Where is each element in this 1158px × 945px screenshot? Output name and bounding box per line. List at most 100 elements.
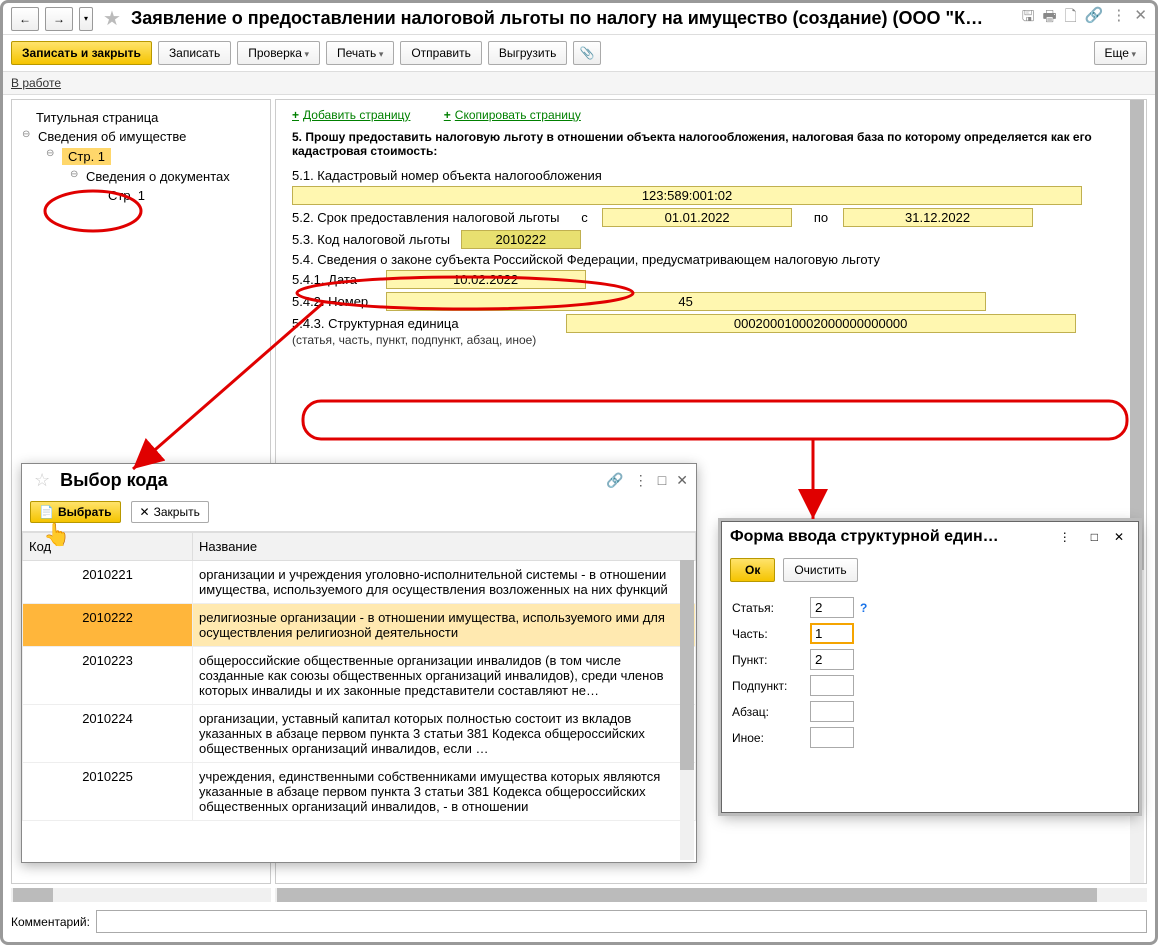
print-button[interactable]: Печать — [326, 41, 394, 65]
save-icon[interactable]: 🖫 — [1022, 6, 1035, 31]
label-5-3: 5.3. Код налоговой льготы — [292, 232, 450, 247]
input-subpoint[interactable] — [810, 675, 854, 696]
select-icon: 📄 — [39, 505, 54, 519]
kebab-menu-icon[interactable]: ⋮ — [1111, 6, 1126, 31]
copy-page-link[interactable]: +Скопировать страницу — [444, 108, 581, 122]
nav-forward-button[interactable]: → — [45, 7, 73, 31]
tree-property-page1[interactable]: ⊖Стр. 1 — [40, 146, 266, 167]
name-cell: религиозные организации - в отношении им… — [193, 604, 696, 647]
close-window-icon[interactable]: ✕ — [1134, 6, 1147, 31]
close-x-icon: ✕ — [140, 505, 150, 519]
field-law-number[interactable]: 45 — [386, 292, 986, 311]
comment-label: Комментарий: — [11, 915, 90, 929]
input-point[interactable] — [810, 649, 854, 670]
tree-title-page[interactable]: Титульная страница — [16, 108, 266, 127]
export-button[interactable]: Выгрузить — [488, 41, 568, 65]
hint-5-4-3: (статья, часть, пункт, подпункт, абзац, … — [292, 333, 1130, 347]
nav-back-button[interactable]: ← — [11, 7, 39, 31]
preview-icon[interactable]: 🗋 — [1065, 6, 1077, 31]
tree-docs-page1[interactable]: Стр. 1 — [88, 186, 266, 205]
label-subpoint: Подпункт: — [732, 679, 804, 693]
popup-close-icon[interactable]: ✕ — [676, 472, 688, 489]
input-article[interactable] — [810, 597, 854, 618]
field-period-to[interactable]: 31.12.2022 — [843, 208, 1033, 227]
structural-unit-popup: Форма ввода структурной един… ⋮ □ ✕ Ок О… — [721, 521, 1139, 813]
label-other: Иное: — [732, 731, 804, 745]
field-structural-unit[interactable]: 000200010002000000000000 — [566, 314, 1076, 333]
nav-history-dropdown[interactable]: ▾ — [79, 7, 93, 31]
col-name-header[interactable]: Название — [193, 533, 696, 561]
print-icon[interactable]: 🖶 — [1043, 6, 1057, 31]
section-5-heading: 5. Прошу предоставить налоговую льготу в… — [292, 130, 1130, 158]
popup-link-icon[interactable]: 🔗 — [606, 472, 623, 489]
right-panel-scrollbar[interactable] — [275, 888, 1147, 902]
label-from: с — [581, 210, 588, 225]
code-cell: 2010222 — [23, 604, 193, 647]
label-point: Пункт: — [732, 653, 804, 667]
label-article: Статья: — [732, 601, 804, 615]
code-table-scrollbar[interactable] — [680, 560, 694, 860]
label-5-4-1: 5.4.1. Дата — [292, 272, 382, 287]
field-period-from[interactable]: 01.01.2022 — [602, 208, 792, 227]
code-selection-popup: ☆ Выбор кода 🔗 ⋮ □ ✕ 📄 Выбрать ✕ Закрыть — [21, 463, 697, 863]
plus-icon: + — [292, 108, 299, 122]
tree-docs-info[interactable]: ⊖Сведения о документах — [64, 167, 266, 186]
code-cell: 2010225 — [23, 763, 193, 821]
clear-button[interactable]: Очистить — [783, 558, 857, 582]
label-5-4: 5.4. Сведения о законе субъекта Российск… — [292, 252, 1130, 267]
input-part[interactable] — [810, 623, 854, 644]
table-row[interactable]: 2010225учреждения, единственными собстве… — [23, 763, 696, 821]
tree-collapse-icon[interactable]: ⊖ — [22, 129, 34, 140]
save-and-close-button[interactable]: Записать и закрыть — [11, 41, 152, 65]
field-cadastral-number[interactable]: 123:589:001:02 — [292, 186, 1082, 205]
name-cell: организации и учреждения уголовно-исполн… — [193, 561, 696, 604]
label-para: Абзац: — [732, 705, 804, 719]
window-title: Заявление о предоставлении налоговой льг… — [131, 8, 1016, 29]
popup-kebab-icon[interactable]: ⋮ — [634, 472, 648, 489]
code-cell: 2010223 — [23, 647, 193, 705]
name-cell: организации, уставный капитал которых по… — [193, 705, 696, 763]
comment-input[interactable] — [96, 910, 1147, 933]
struct-maximize-icon[interactable]: □ — [1091, 530, 1098, 544]
input-other[interactable] — [810, 727, 854, 748]
struct-popup-title: Форма ввода структурной един… — [730, 528, 1049, 546]
name-cell: общероссийские общественные организации … — [193, 647, 696, 705]
tree-property-info[interactable]: ⊖Сведения об имуществе — [16, 127, 266, 146]
field-exemption-code[interactable]: 2010222 — [461, 230, 581, 249]
tree-collapse-icon[interactable]: ⊖ — [46, 148, 58, 159]
send-button[interactable]: Отправить — [400, 41, 482, 65]
code-cell: 2010221 — [23, 561, 193, 604]
struct-close-icon[interactable]: ✕ — [1114, 530, 1124, 544]
name-cell: учреждения, единственными собственниками… — [193, 763, 696, 821]
left-panel-scrollbar[interactable] — [11, 888, 271, 902]
close-button[interactable]: ✕ Закрыть — [131, 501, 209, 523]
label-5-4-3: 5.4.3. Структурная единица — [292, 316, 562, 331]
table-row[interactable]: 2010222религиозные организации - в отнош… — [23, 604, 696, 647]
add-page-link[interactable]: +Добавить страницу — [292, 108, 410, 122]
attachment-button[interactable]: 📎 — [573, 41, 601, 65]
link-icon[interactable]: 🔗 — [1085, 6, 1104, 31]
struct-kebab-icon[interactable]: ⋮ — [1059, 530, 1071, 544]
status-link[interactable]: В работе — [11, 76, 61, 90]
input-para[interactable] — [810, 701, 854, 722]
save-button[interactable]: Записать — [158, 41, 231, 65]
popup-maximize-icon[interactable]: □ — [658, 472, 666, 489]
ok-button[interactable]: Ок — [730, 558, 775, 582]
field-law-date[interactable]: 10.02.2022 — [386, 270, 586, 289]
table-row[interactable]: 2010224организации, уставный капитал кот… — [23, 705, 696, 763]
help-icon[interactable]: ? — [860, 601, 867, 615]
select-button[interactable]: 📄 Выбрать — [30, 501, 121, 523]
table-row[interactable]: 2010223общероссийские общественные орган… — [23, 647, 696, 705]
label-to: по — [814, 210, 828, 225]
table-row[interactable]: 2010221организации и учреждения уголовно… — [23, 561, 696, 604]
more-button[interactable]: Еще — [1094, 41, 1147, 65]
popup-code-title: Выбор кода — [60, 470, 600, 491]
code-cell: 2010224 — [23, 705, 193, 763]
tree-collapse-icon[interactable]: ⊖ — [70, 169, 82, 180]
popup-favorite-icon[interactable]: ☆ — [34, 470, 50, 491]
col-code-header[interactable]: Код — [23, 533, 193, 561]
favorite-star-icon[interactable]: ★ — [103, 6, 121, 31]
label-5-2: 5.2. Срок предоставления налоговой льгот… — [292, 210, 560, 225]
label-part: Часть: — [732, 627, 804, 641]
check-button[interactable]: Проверка — [237, 41, 320, 65]
